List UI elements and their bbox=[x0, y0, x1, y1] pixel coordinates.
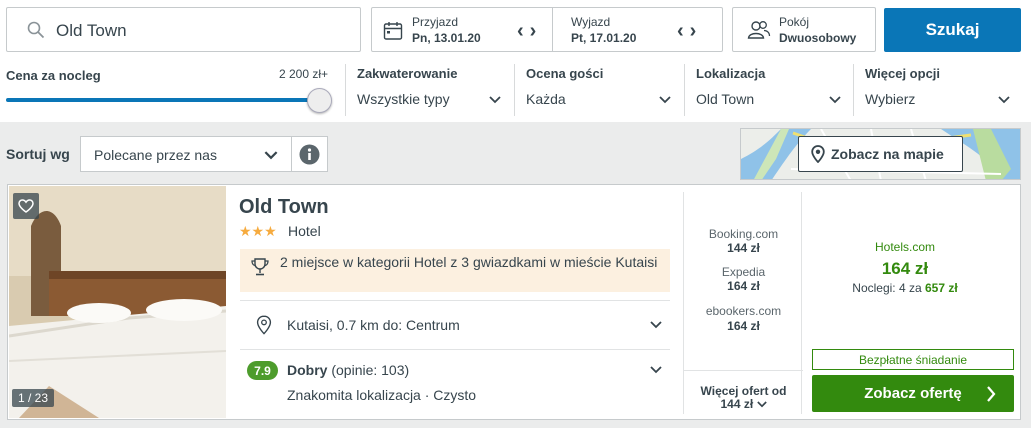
price-filter-title: Cena za nocleg bbox=[6, 68, 101, 83]
checkin-prev-next-arrows[interactable]: ‹› bbox=[517, 20, 542, 43]
rooms-value: Dwuosobowy bbox=[779, 31, 857, 45]
search-icon bbox=[27, 21, 45, 39]
more-offers-price-row: 144 zł bbox=[684, 398, 803, 411]
chevron-down-icon bbox=[756, 401, 767, 408]
deal-price[interactable]: 164 zł bbox=[805, 259, 1005, 279]
guests-icon bbox=[747, 21, 771, 39]
sort-value: Polecane przez nas bbox=[94, 147, 217, 163]
award-banner: 2 miejsce w kategorii Hotel z 3 gwiazdka… bbox=[240, 249, 670, 292]
accommodation-filter-title: Zakwaterowanie bbox=[357, 66, 458, 81]
chevron-down-icon[interactable] bbox=[489, 96, 501, 104]
rating-tags: Znakomita lokalizacja · Czysto bbox=[287, 387, 477, 403]
checkout-prev-next-arrows[interactable]: ‹› bbox=[677, 20, 702, 43]
favorite-button[interactable] bbox=[13, 193, 39, 219]
offer-price[interactable]: 164 zł bbox=[684, 319, 803, 333]
rating-score-badge: 7.9 bbox=[247, 361, 278, 380]
sort-select[interactable]: Polecane przez nas bbox=[80, 136, 292, 172]
offer-site[interactable]: ebookers.com bbox=[684, 304, 803, 318]
rating-filter-value[interactable]: Każda bbox=[526, 91, 566, 107]
chevron-down-icon[interactable] bbox=[659, 96, 671, 104]
destination-search-field[interactable]: Old Town bbox=[6, 7, 361, 52]
hotel-name[interactable]: Old Town bbox=[239, 196, 329, 219]
more-options-filter-title: Więcej opcji bbox=[865, 66, 941, 81]
rating-filter-title: Ocena gości bbox=[526, 66, 604, 81]
other-offers-column: Booking.com 144 zł Expedia 164 zł ebooke… bbox=[683, 192, 803, 414]
more-options-filter-value[interactable]: Wybierz bbox=[865, 91, 915, 107]
rating-summary[interactable]: Dobry (opinie: 103) bbox=[287, 362, 409, 378]
hotel-room-image bbox=[9, 186, 226, 418]
offer-price[interactable]: 164 zł bbox=[684, 279, 803, 293]
location-pin-icon bbox=[256, 315, 272, 335]
photo-counter: 1 / 23 bbox=[12, 389, 55, 407]
rating-review-count: (opinie: 103) bbox=[331, 362, 410, 378]
divider bbox=[240, 349, 670, 350]
chevron-right-icon bbox=[987, 386, 996, 402]
destination-value: Old Town bbox=[56, 21, 127, 40]
calendar-icon bbox=[383, 22, 403, 40]
show-on-map-label: Zobacz na mapie bbox=[831, 146, 944, 162]
view-deal-label: Zobacz ofertę bbox=[864, 385, 962, 402]
filter-divider bbox=[345, 64, 346, 116]
free-breakfast-badge: Bezpłatne śniadanie bbox=[812, 349, 1014, 370]
accommodation-filter-value[interactable]: Wszystkie typy bbox=[357, 91, 450, 107]
price-slider-track[interactable] bbox=[6, 98, 321, 102]
deal-nights: Noclegi: 4 za 657 zł bbox=[805, 281, 1005, 295]
location-filter-value[interactable]: Old Town bbox=[696, 91, 754, 107]
info-icon bbox=[299, 144, 320, 165]
trophy-icon bbox=[251, 258, 269, 276]
search-button[interactable]: Szukaj bbox=[884, 8, 1021, 52]
checkin-label: Przyjazd bbox=[412, 15, 459, 29]
offer-price[interactable]: 144 zł bbox=[684, 241, 803, 255]
award-text: 2 miejsce w kategorii Hotel z 3 gwiazdka… bbox=[280, 254, 658, 270]
filter-divider bbox=[684, 64, 685, 116]
rooms-label: Pokój bbox=[779, 15, 810, 29]
heart-icon bbox=[18, 199, 34, 213]
chevron-down-icon[interactable] bbox=[650, 321, 662, 329]
filter-divider bbox=[853, 64, 854, 116]
chevron-down-icon bbox=[264, 151, 278, 160]
more-offers-price: 144 zł bbox=[720, 397, 754, 411]
view-deal-button[interactable]: Zobacz ofertę bbox=[812, 375, 1014, 412]
offer-site[interactable]: Booking.com bbox=[684, 227, 803, 241]
map-pin-icon bbox=[811, 145, 825, 163]
checkout-value[interactable]: Pt, 17.01.20 bbox=[571, 31, 636, 45]
checkout-label: Wyjazd bbox=[571, 15, 611, 29]
filter-divider bbox=[514, 64, 515, 116]
sort-label: Sortuj wg bbox=[6, 146, 70, 162]
show-on-map-button[interactable]: Zobacz na mapie bbox=[798, 136, 963, 172]
star-rating: ★★★ bbox=[239, 223, 277, 239]
hotel-photo[interactable] bbox=[9, 186, 226, 418]
chevron-down-icon[interactable] bbox=[829, 96, 841, 104]
hotel-type: Hotel bbox=[288, 223, 321, 239]
location-text[interactable]: Kutaisi, 0.7 km do: Centrum bbox=[287, 317, 460, 333]
location-filter-title: Lokalizacja bbox=[696, 66, 766, 81]
room-selector[interactable]: Pokój Dwuosobowy bbox=[732, 7, 876, 52]
dates-divider bbox=[552, 8, 553, 51]
rating-word: Dobry bbox=[287, 362, 328, 378]
divider bbox=[240, 300, 670, 301]
deal-nights-label: Noclegi: 4 za bbox=[852, 281, 922, 295]
chevron-down-icon[interactable] bbox=[998, 96, 1010, 104]
checkin-value[interactable]: Pn, 13.01.20 bbox=[412, 31, 481, 45]
more-offers-button[interactable]: Więcej ofert od 144 zł bbox=[684, 370, 803, 414]
price-filter-max: 2 200 zł+ bbox=[279, 67, 329, 81]
deal-site[interactable]: Hotels.com bbox=[805, 240, 1005, 254]
deal-nights-total: 657 zł bbox=[925, 281, 958, 295]
price-slider-handle[interactable] bbox=[307, 88, 332, 113]
date-picker[interactable]: Przyjazd Pn, 13.01.20 ‹› Wyjazd Pt, 17.0… bbox=[371, 7, 723, 52]
chevron-down-icon[interactable] bbox=[650, 366, 662, 374]
sort-info-button[interactable] bbox=[292, 136, 328, 172]
offer-site[interactable]: Expedia bbox=[684, 265, 803, 279]
